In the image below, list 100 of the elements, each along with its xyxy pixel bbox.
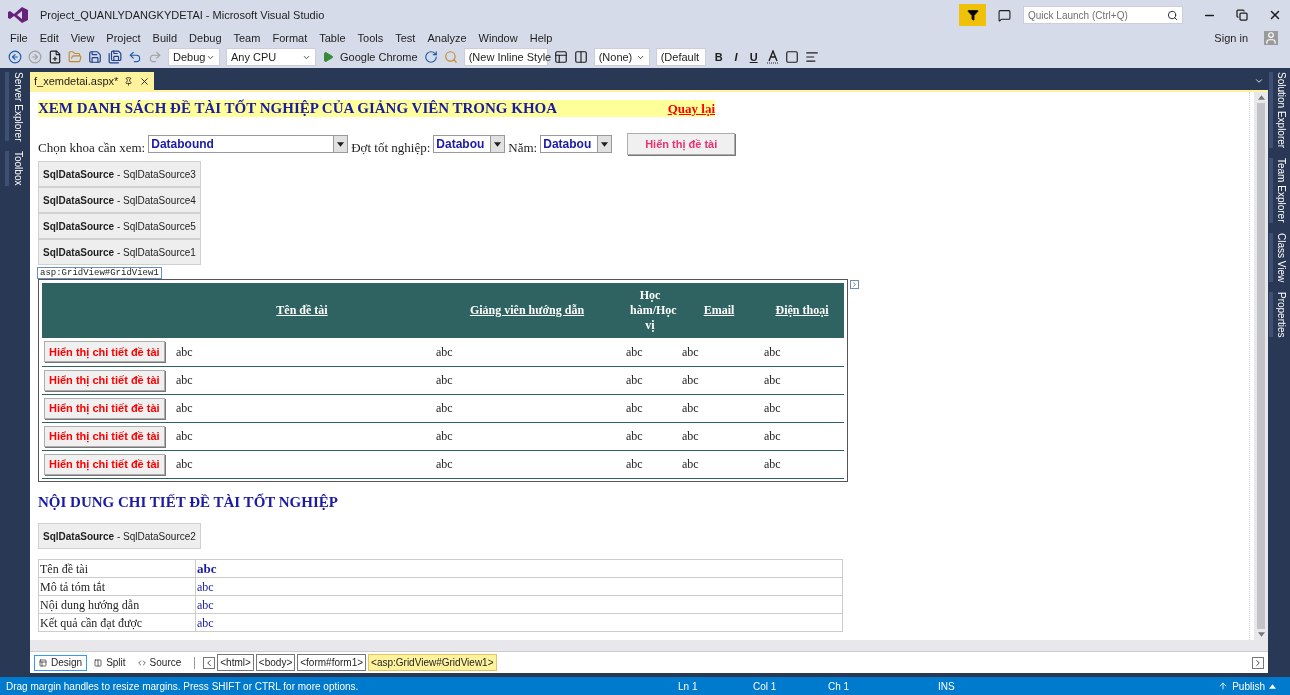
tag-breadcrumb[interactable]: <asp:GridView#GridView1> [368,654,497,671]
tool-window-tab[interactable]: Class View [1269,232,1289,282]
select-field[interactable]: Databound [148,135,349,153]
tool-window-tab[interactable]: Team Explorer [1269,158,1289,223]
quick-launch-field[interactable]: Quick Launch (Ctrl+Q) [1023,6,1183,24]
column-header[interactable]: Tên đề tài [172,283,432,338]
align-icon[interactable] [804,50,819,64]
menu-item[interactable]: Analyze [421,29,473,47]
menu-item[interactable]: Build [146,29,184,47]
smart-tag-icon[interactable] [850,280,859,289]
back-link[interactable]: Quay lại [667,98,715,119]
view-tab[interactable]: Design [34,654,88,671]
menu-item[interactable]: Table [313,29,352,47]
tool-window-tab[interactable]: Server Explorer [4,72,26,142]
table-cell: abc [678,366,760,394]
menu-item[interactable]: Project [100,29,147,47]
format-button[interactable]: B [711,48,726,66]
show-detail-button[interactable]: Hiển thị chi tiết đề tài [44,369,165,391]
table-cell: abc [432,422,622,450]
menu-item[interactable]: Test [389,29,422,47]
tool-window-tab[interactable]: Solution Explorer [1269,72,1289,149]
data-source-control[interactable]: SqlDataSource - SqlDataSource5 [38,213,201,239]
view-tab[interactable]: Source [132,654,187,671]
layout-icon[interactable] [553,50,568,64]
save-icon[interactable] [88,50,102,64]
field-label: Tên đề tài [38,559,196,578]
column-header[interactable]: Điện thoại [760,283,844,338]
data-source-control[interactable]: SqlDataSource - SqlDataSource3 [38,161,201,187]
menu-item[interactable]: Help [523,29,559,47]
table-cell: abc [432,394,622,422]
data-source-control[interactable]: SqlDataSource - SqlDataSource1 [38,239,201,265]
menu-item[interactable]: Format [266,29,314,47]
format-button[interactable]: U [746,48,761,66]
show-detail-button[interactable]: Hiển thị chi tiết đề tài [44,453,165,475]
show-topics-button[interactable]: Hiển thị đề tài [627,133,736,155]
background-color-icon[interactable] [784,50,799,64]
menu-item[interactable]: Window [472,29,524,47]
format-button[interactable]: I [731,48,741,66]
dropdown[interactable]: Debug [168,48,220,66]
back-icon[interactable] [8,50,22,64]
tab-menu-icon[interactable] [1254,76,1264,86]
tag-breadcrumb[interactable]: <body> [255,654,296,671]
menu-item[interactable]: View [64,29,101,47]
show-detail-button[interactable]: Hiển thị chi tiết đề tài [44,425,165,447]
position-icon[interactable] [573,50,588,64]
save-all-icon[interactable] [108,50,122,64]
account-icon[interactable] [1264,31,1278,45]
column-header[interactable]: Học hàm/Học vị [622,283,678,338]
data-source-control[interactable]: SqlDataSource - SqlDataSource4 [38,187,201,213]
filter-label: Năm: [508,138,538,157]
menu-item[interactable]: File [4,29,34,47]
show-detail-button[interactable]: Hiển thị chi tiết đề tài [44,397,165,419]
tool-window-tab[interactable]: Toolbox [4,151,26,186]
tag-breadcrumb[interactable]: <form#form1> [297,654,367,671]
scroll-right-icon[interactable] [1252,656,1264,669]
chat-icon[interactable] [998,8,1011,22]
menu-item[interactable]: Edit [33,29,65,47]
table-cell: abc [622,338,678,366]
pin-icon[interactable] [124,76,134,86]
menu-item[interactable]: Debug [183,29,228,47]
close-icon[interactable] [139,75,151,87]
play-icon[interactable] [322,51,334,63]
table-cell: abc [760,394,844,422]
show-detail-button[interactable]: Hiển thị chi tiết đề tài [44,341,165,363]
table-cell: abc [172,338,432,366]
table-cell: abc [432,450,622,478]
restore-icon[interactable] [1236,9,1248,21]
run-target-button[interactable]: Google Chrome [340,48,418,66]
view-tab[interactable]: Split [89,654,131,671]
document-tab[interactable]: f_xemdetai.aspx* [30,72,155,90]
table-cell: abc [622,422,678,450]
column-header[interactable]: Email [678,283,760,338]
select-field[interactable]: Databou [540,135,613,153]
data-source-control[interactable]: SqlDataSource - SqlDataSource2 [38,523,201,549]
new-file-icon[interactable] [48,50,62,64]
menu-item[interactable]: Team [227,29,267,47]
menu-item[interactable]: Tools [351,29,390,47]
table-cell: abc [622,366,678,394]
scroll-left-icon[interactable] [203,656,216,669]
sign-in-link[interactable]: Sign in [1214,29,1248,47]
window-title: Project_QUANLYDANGKYDETAI - Microsoft Visual Studio [40,7,325,23]
font-color-icon[interactable] [766,50,779,64]
select-field[interactable]: Databou [433,135,506,153]
tag-breadcrumb[interactable]: <html> [217,654,254,671]
scroll-down-icon [1257,632,1265,637]
publish-button[interactable]: Publish [1218,678,1276,694]
dropdown[interactable]: Any CPU [226,48,316,66]
close-icon[interactable] [1268,8,1282,22]
feedback-flag-button[interactable] [959,4,986,26]
column-header[interactable]: Giảng viên hướng dẫn [432,283,622,338]
vertical-scrollbar[interactable] [1254,92,1268,640]
horizontal-scrollbar[interactable] [30,640,1268,651]
table-cell: abc [172,366,432,394]
refresh-icon[interactable] [423,50,438,64]
table-cell: abc [760,366,844,394]
dropdown[interactable]: (None) [593,48,650,66]
tool-window-tab[interactable]: Properties [1269,291,1289,338]
undo-icon[interactable] [128,50,142,64]
dropdown[interactable]: (Default [655,48,706,66]
field-value: abc [195,577,843,596]
